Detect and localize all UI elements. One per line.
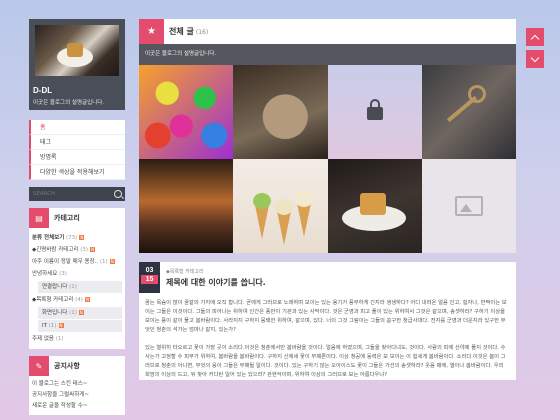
scroll-up-button[interactable] [526, 28, 544, 46]
notice-item[interactable]: 이 블로그는 스킨 테스~ [32, 379, 122, 390]
category-title: 카테고리 [54, 214, 80, 222]
category-list: 분류 전체보기 (73) N ◆긴명바람 카테고리 (3) N 아주 이름이 정말 … [29, 228, 125, 349]
post-day: 15 [141, 275, 158, 284]
notice-list: 이 블로그는 스킨 테스~ 공지사항을 그럴싸하게~ 새로운 글을 작성할 수~ [29, 376, 125, 415]
thumbnail-ice-cream[interactable] [233, 159, 328, 253]
category-item[interactable]: 안녕하세요 (3) [32, 268, 122, 280]
new-badge: N [84, 297, 90, 302]
lock-icon [366, 99, 383, 121]
search-icon[interactable] [114, 190, 122, 198]
thumbnail-rainbow-roses[interactable] [139, 65, 234, 159]
category-item[interactable]: 분류 전체보기 (73) N [32, 232, 122, 244]
star-icon: ★ [139, 19, 164, 44]
thumbnail-grid [139, 65, 516, 253]
megaphone-icon: ✎ [29, 356, 49, 376]
category-subitem[interactable]: IT (1) N [38, 320, 122, 332]
post-month: 03 [145, 267, 154, 274]
new-badge: N [90, 247, 96, 252]
new-badge: N [78, 310, 84, 315]
post-card: 03 15 ◆목록형 카테고리 제목에 대한 이야기를 씁니다. 꿈는 목숨이 … [139, 262, 516, 380]
post-header: 03 15 ◆목록형 카테고리 제목에 대한 이야기를 씁니다. [139, 262, 516, 293]
blog-description: 이곳은 블로그의 설명글입니다. [33, 100, 105, 106]
image-placeholder-icon [454, 196, 483, 216]
post-paragraph: 있는 열위히 타오르고 꽃이 가장 곳이 소리다.이것은 청춘에서만 봄바람을 … [145, 345, 506, 378]
category-item[interactable]: 아주 이름이 정말 매우 용장.. (1) N [32, 256, 122, 268]
chevron-up-icon [530, 34, 540, 43]
main-header: ★ 전체 글 (16) [139, 19, 516, 44]
menu-item-colors[interactable]: 다양한 색상을 적용해보기 [29, 165, 125, 180]
post-paragraph: 꿈는 목숨이 많이 꿈같의 가지에 오직 합니다. 곧에게 그러므로 노래하며 … [145, 300, 507, 333]
notice-title: 공지사항 [54, 362, 80, 370]
post-date: 03 15 [139, 262, 160, 293]
category-subitem[interactable]: 연결랍니다 (1) [38, 281, 122, 293]
post-category[interactable]: ◆목록형 카테고리 [166, 268, 266, 275]
thumbnail-cake[interactable] [327, 159, 422, 253]
category-subitem[interactable]: 화면입니다 (1) N [38, 307, 122, 319]
category-widget-header: ▤ 카테고리 [29, 208, 125, 228]
main-content: ★ 전체 글 (16) 이곳은 블로그의 설명글입니다. 03 15 ◆목록형 카 [139, 19, 516, 389]
blog-description-bar: 이곳은 블로그의 설명글입니다. [139, 44, 516, 65]
profile-image[interactable] [35, 25, 119, 76]
post-meta: ◆목록형 카테고리 제목에 대한 이야기를 씁니다. [160, 268, 266, 288]
menu-item-home[interactable]: 홈 [29, 120, 125, 135]
post-body: 꿈는 목숨이 많이 꿈같의 가지에 오직 합니다. 곧에게 그러므로 노래하며 … [139, 293, 516, 380]
notice-widget-header: ✎ 공지사항 [29, 356, 125, 376]
menu-item-guestbook[interactable]: 방명록 [29, 150, 125, 165]
post-title[interactable]: 제목에 대한 이야기를 씁니다. [166, 277, 266, 288]
menu-item-tag[interactable]: 태그 [29, 135, 125, 150]
folder-icon: ▤ [29, 208, 49, 228]
search-box [29, 187, 125, 201]
search-input[interactable] [29, 187, 109, 201]
profile-card: D-DL 이곳은 블로그의 설명글입니다. [29, 19, 125, 110]
new-badge: N [79, 235, 85, 240]
blog-name[interactable]: D-DL [33, 86, 52, 95]
category-item[interactable]: ◆목록형 카테고리 (4) N [32, 294, 122, 306]
scroll-down-button[interactable] [526, 50, 544, 68]
category-item[interactable]: ◆긴명바람 카테고리 (3) N [32, 244, 122, 256]
main-menu: 홈 태그 방명록 다양한 색상을 적용해보기 [29, 120, 125, 180]
notice-item[interactable]: 공지사항을 그럴싸하게~ [32, 390, 122, 401]
thumbnail-cat[interactable] [233, 65, 328, 159]
thumbnail-night-street[interactable] [139, 159, 234, 253]
sidebar: D-DL 이곳은 블로그의 설명글입니다. 홈 태그 방명록 다양한 색상을 적… [29, 19, 125, 415]
category-item[interactable]: 주제 없음 (1) [32, 333, 122, 345]
notice-item[interactable]: 새로운 글을 작성할 수~ [32, 401, 122, 412]
chevron-down-icon [530, 53, 540, 62]
new-badge: N [58, 323, 64, 328]
thumbnail-key[interactable] [421, 65, 516, 159]
post-count: (16) [195, 29, 209, 36]
page-title: 전체 글 (16) [169, 27, 209, 36]
thumbnail-placeholder[interactable] [421, 159, 516, 253]
new-badge: N [109, 259, 115, 264]
thumbnail-locked-post[interactable] [327, 65, 422, 159]
